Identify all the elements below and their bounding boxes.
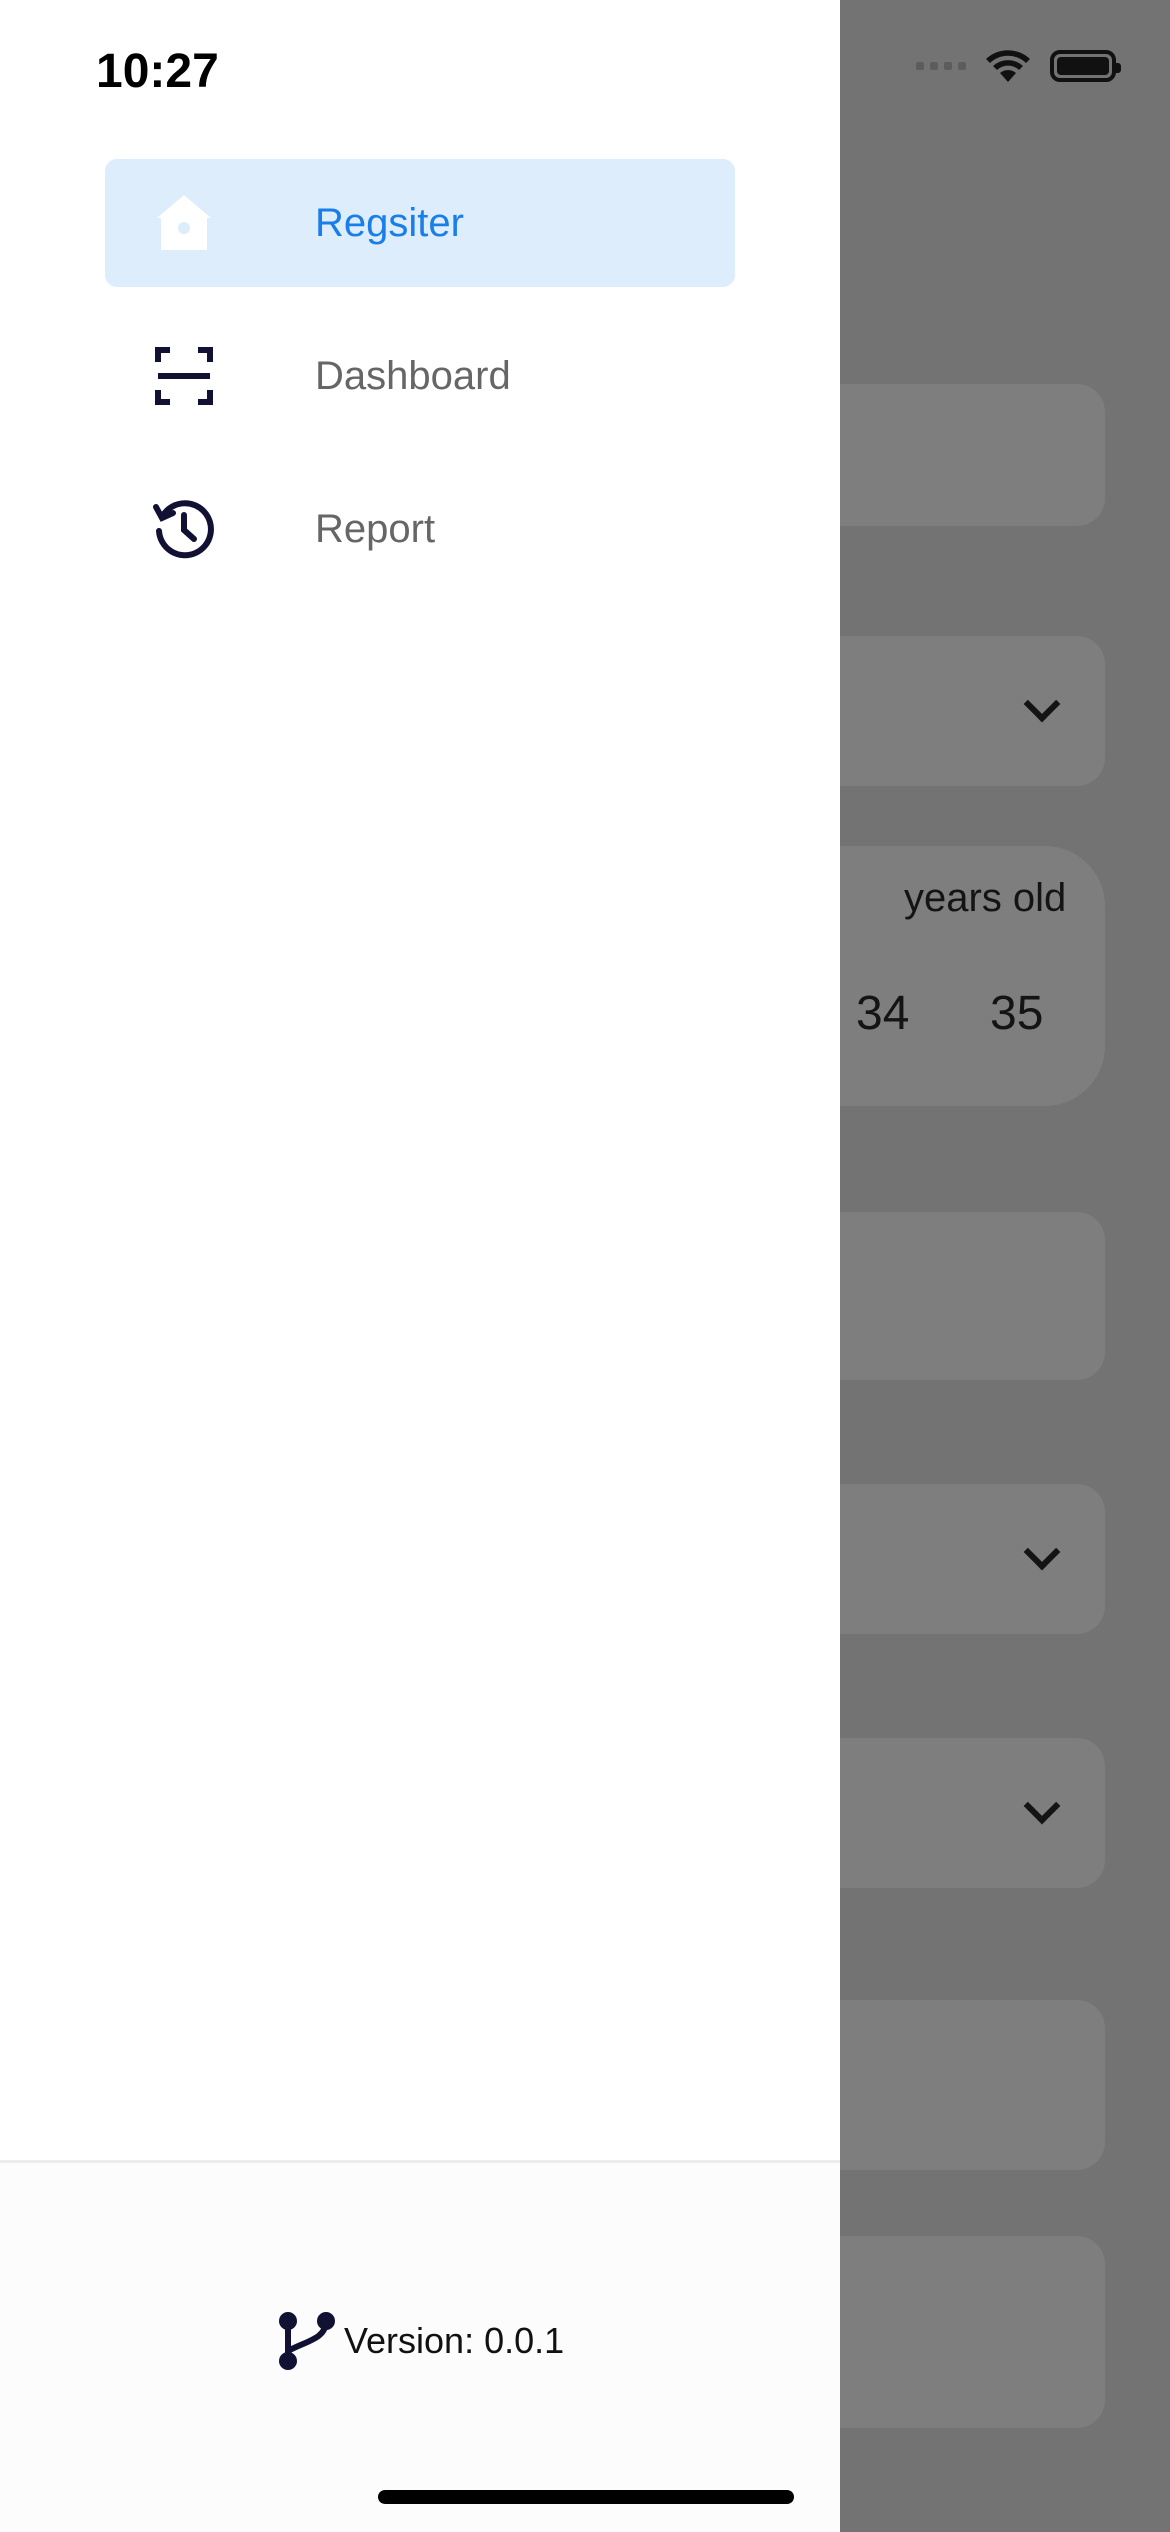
status-time: 10:27 xyxy=(96,45,219,98)
age-option[interactable]: 34 xyxy=(856,986,909,1041)
nav-label: Report xyxy=(315,506,436,551)
chevron-down-icon xyxy=(1023,1787,1061,1825)
nav-item-dashboard[interactable]: Dashboard xyxy=(105,312,735,440)
version-info: Version: 0.0.1 xyxy=(276,2311,564,2371)
side-drawer: 10:27 Regsiter Dashboard Report Version:… xyxy=(0,0,840,2532)
nav-item-report[interactable]: Report xyxy=(105,465,735,593)
scan-icon xyxy=(149,341,219,411)
battery-icon xyxy=(1050,50,1121,82)
status-icons xyxy=(916,48,1121,84)
age-suffix-label: years old xyxy=(904,876,1067,920)
version-text: Version: 0.0.1 xyxy=(344,2320,565,2361)
drawer-footer: Version: 0.0.1 xyxy=(0,2160,840,2532)
chevron-down-icon xyxy=(1023,1533,1061,1571)
age-option[interactable]: 35 xyxy=(990,986,1043,1041)
nav-label: Regsiter xyxy=(315,200,464,245)
history-icon xyxy=(149,494,219,564)
wifi-icon xyxy=(986,50,1030,82)
home-indicator[interactable] xyxy=(378,2490,794,2504)
nav-item-register[interactable]: Regsiter xyxy=(105,159,735,287)
nav-label: Dashboard xyxy=(315,353,511,398)
chevron-down-icon xyxy=(1023,685,1061,723)
signal-icon xyxy=(916,62,966,70)
git-branch-icon xyxy=(279,2312,335,2370)
home-icon xyxy=(149,188,219,258)
